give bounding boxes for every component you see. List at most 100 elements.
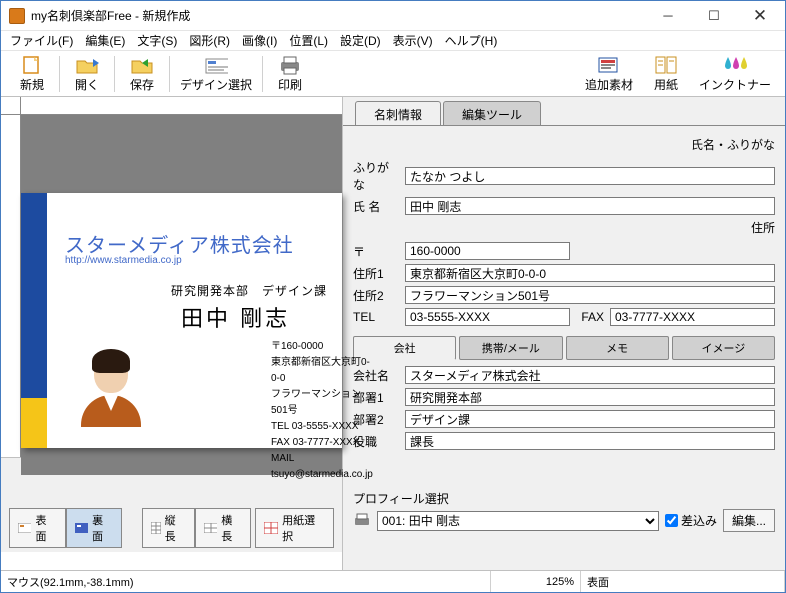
name-input[interactable] — [405, 197, 775, 215]
new-button[interactable]: 新規 — [7, 52, 57, 95]
titlebar: my名刺倶楽部Free - 新規作成 ─ ☐ ✕ — [1, 1, 785, 31]
menu-file[interactable]: ファイル(F) — [5, 30, 78, 51]
card-fax: FAX 03-7777-XXXX — [271, 435, 373, 451]
name-label: 氏 名 — [353, 198, 399, 215]
menu-position[interactable]: 位置(L) — [284, 30, 333, 51]
print-label: 印刷 — [278, 76, 302, 93]
design-select-button[interactable]: デザイン選択 — [172, 52, 260, 95]
card-company[interactable]: スターメディア株式会社 — [65, 229, 294, 258]
tel-input[interactable] — [405, 308, 570, 326]
canvas-pane: スターメディア株式会社 http://www.starmedia.co.jp 研… — [1, 97, 343, 570]
dept2-input[interactable] — [405, 410, 775, 428]
card-info[interactable]: 〒160-0000 東京都新宿区大京町0-0-0 フラワーマンション501号 T… — [271, 339, 373, 483]
horizontal-ruler — [21, 97, 342, 115]
menu-text[interactable]: 文字(S) — [132, 30, 182, 51]
subtab-mobile[interactable]: 携帯/メール — [459, 336, 562, 360]
open-button[interactable]: 開く — [62, 52, 112, 95]
card-info-tab[interactable]: 名刺情報 — [355, 101, 441, 125]
card-addr1: 東京都新宿区大京町0-0-0 — [271, 355, 373, 387]
fax-label: FAX — [576, 310, 604, 324]
menu-help[interactable]: ヘルプ(H) — [440, 30, 503, 51]
card-tel: TEL 03-5555-XXXX — [271, 419, 373, 435]
section-name: 氏名・ふりがな — [353, 136, 775, 153]
properties-pane: 名刺情報 編集ツール 氏名・ふりがな ふりがな 氏 名 住所 〒 住所1 — [343, 97, 785, 570]
paper-select-button[interactable]: 用紙選択 — [255, 508, 334, 548]
addr1-input[interactable] — [405, 264, 775, 282]
print-icon — [278, 54, 302, 76]
addr2-input[interactable] — [405, 286, 775, 304]
menubar: ファイル(F) 編集(E) 文字(S) 図形(R) 画像(I) 位置(L) 設定… — [1, 31, 785, 51]
toolbar: 新規 開く 保存 デザイン選択 印刷 追加素材 用紙 インクトナー — [1, 51, 785, 97]
menu-image[interactable]: 画像(I) — [237, 30, 282, 51]
new-icon — [20, 54, 44, 76]
status-mouse: マウス(92.1mm,-38.1mm) — [1, 571, 491, 592]
menu-edit[interactable]: 編集(E) — [80, 30, 130, 51]
tel-label: TEL — [353, 310, 399, 324]
card-mail: MAIL tsuyo@starmedia.co.jp — [271, 451, 373, 483]
zip-label: 〒 — [353, 243, 399, 260]
addr1-label: 住所1 — [353, 265, 399, 282]
subtab-image[interactable]: イメージ — [672, 336, 775, 360]
status-zoom: 125% — [491, 571, 581, 592]
ink-toner-button[interactable]: インクトナー — [691, 52, 779, 95]
back-face-button[interactable]: 裏面 — [66, 508, 123, 548]
card-photo[interactable] — [76, 343, 146, 427]
open-label: 開く — [75, 76, 99, 93]
landscape-button[interactable]: 横長 — [195, 508, 252, 548]
printer-icon — [353, 513, 371, 529]
edit-tools-tab[interactable]: 編集ツール — [443, 101, 541, 125]
ruler-corner — [1, 97, 21, 115]
card-dept[interactable]: 研究開発本部 デザイン課 — [171, 282, 327, 299]
ink-icon — [723, 54, 747, 76]
new-label: 新規 — [20, 76, 44, 93]
menu-shape[interactable]: 図形(R) — [184, 30, 235, 51]
material-icon — [597, 54, 621, 76]
addr2-label: 住所2 — [353, 287, 399, 304]
company-name-input[interactable] — [405, 366, 775, 384]
save-label: 保存 — [130, 76, 154, 93]
menu-settings[interactable]: 設定(D) — [335, 30, 386, 51]
canvas-area[interactable]: スターメディア株式会社 http://www.starmedia.co.jp 研… — [21, 115, 342, 475]
furigana-input[interactable] — [405, 167, 775, 185]
card-name[interactable]: 田中 剛志 — [181, 301, 290, 333]
zip-input[interactable] — [405, 242, 570, 260]
add-material-button[interactable]: 追加素材 — [577, 52, 641, 95]
design-label: デザイン選択 — [180, 76, 252, 93]
section-address: 住所 — [353, 219, 775, 236]
status-face: 表面 — [581, 571, 785, 592]
profile-select[interactable]: 001: 田中 剛志 — [377, 511, 659, 531]
paper-button[interactable]: 用紙 — [641, 52, 691, 95]
app-icon — [9, 8, 25, 24]
card-zip: 〒160-0000 — [271, 339, 373, 355]
close-button[interactable]: ✕ — [737, 2, 783, 30]
dept1-input[interactable] — [405, 388, 775, 406]
material-label: 追加素材 — [585, 76, 633, 93]
portrait-button[interactable]: 縦長 — [142, 508, 195, 548]
menu-view[interactable]: 表示(V) — [388, 30, 438, 51]
merge-checkbox[interactable]: 差込み — [665, 512, 717, 529]
save-icon — [130, 54, 154, 76]
print-button[interactable]: 印刷 — [265, 52, 315, 95]
statusbar: マウス(92.1mm,-38.1mm) 125% 表面 — [1, 570, 785, 592]
minimize-button[interactable]: ─ — [645, 2, 691, 30]
ink-label: インクトナー — [699, 76, 771, 93]
fax-input[interactable] — [610, 308, 775, 326]
open-icon — [75, 54, 99, 76]
card-yellow-bar — [21, 398, 47, 448]
profile-label: プロフィール選択 — [353, 490, 775, 507]
window-title: my名刺倶楽部Free - 新規作成 — [31, 7, 645, 24]
paper-icon — [654, 54, 678, 76]
business-card-preview[interactable]: スターメディア株式会社 http://www.starmedia.co.jp 研… — [21, 193, 342, 448]
front-face-button[interactable]: 表面 — [9, 508, 66, 548]
maximize-button[interactable]: ☐ — [691, 2, 737, 30]
card-blue-bar — [21, 193, 47, 398]
save-button[interactable]: 保存 — [117, 52, 167, 95]
paper-label: 用紙 — [654, 76, 678, 93]
profile-edit-button[interactable]: 編集... — [723, 509, 775, 532]
card-addr2: フラワーマンション501号 — [271, 387, 373, 419]
jobtitle-input[interactable] — [405, 432, 775, 450]
card-url[interactable]: http://www.starmedia.co.jp — [65, 255, 182, 266]
vertical-ruler — [1, 115, 21, 457]
subtab-memo[interactable]: メモ — [566, 336, 669, 360]
furigana-label: ふりがな — [353, 159, 399, 193]
